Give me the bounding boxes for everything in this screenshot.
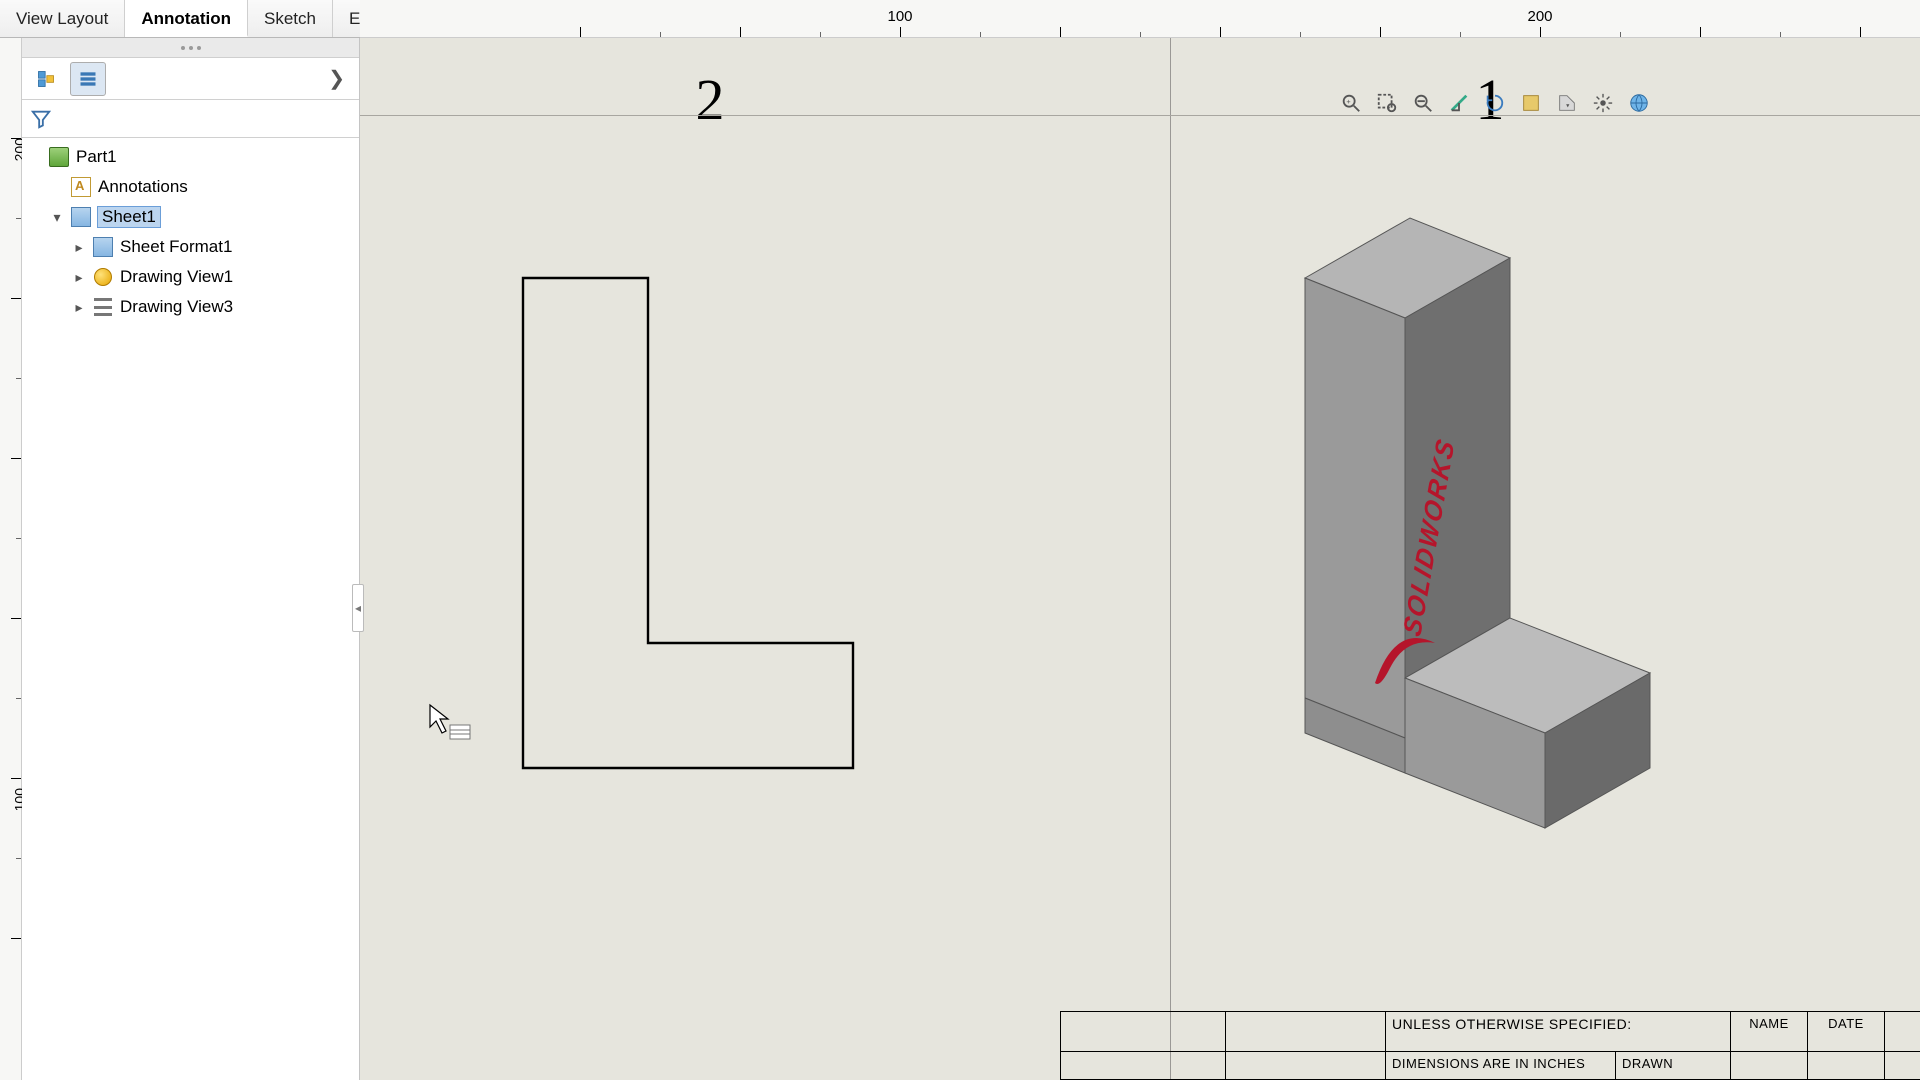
tb-row-drawn: DRAWN xyxy=(1615,1052,1730,1080)
tb-cell xyxy=(1730,1052,1807,1080)
ruler-label: 200 xyxy=(1527,8,1552,25)
tree-label: Drawing View1 xyxy=(120,267,233,287)
tb-col-date: DATE xyxy=(1807,1012,1884,1052)
drawing-canvas[interactable]: 2 1 ◂ xyxy=(360,38,1920,1080)
tab-annotation[interactable]: Annotation xyxy=(125,0,248,37)
zoom-area-icon[interactable] xyxy=(1372,88,1402,118)
ruler-label: 100 xyxy=(887,8,912,25)
ruler-horizontal: 100 200 xyxy=(360,0,1920,38)
tree-item-annotations[interactable]: Annotations xyxy=(24,172,357,202)
tree-label: Drawing View3 xyxy=(120,297,233,317)
tb-cell xyxy=(1225,1052,1385,1080)
edit-sheet-icon[interactable]: ▾ xyxy=(1552,88,1582,118)
panel-toolbar: ❯ xyxy=(22,58,359,100)
feature-tree: Part1 Annotations ▾ Sheet1 ▸ Sheet Forma… xyxy=(22,138,359,326)
heads-up-toolbar: + ▾ xyxy=(1330,84,1660,122)
tree-label: Annotations xyxy=(98,177,188,197)
tree-root-part[interactable]: Part1 xyxy=(24,142,357,172)
panel-grip[interactable] xyxy=(22,38,359,58)
drawing-view-front[interactable] xyxy=(523,278,853,768)
chevron-right-icon[interactable]: ▸ xyxy=(72,269,86,286)
feature-manager-panel: ❯ Part1 Annotations ▾ Sheet1 ▸ Sheet For… xyxy=(22,38,360,1080)
property-manager-tab-icon[interactable] xyxy=(70,62,106,96)
svg-text:+: + xyxy=(1346,97,1350,106)
view-settings-icon[interactable] xyxy=(1588,88,1618,118)
tree-item-sheet-format1[interactable]: ▸ Sheet Format1 xyxy=(24,232,357,262)
zone-divider xyxy=(1170,38,1171,1080)
panel-collapse-handle[interactable]: ◂ xyxy=(352,584,364,632)
tree-label: Sheet1 xyxy=(98,207,160,227)
panel-filter-row xyxy=(22,100,359,138)
ruler-vertical: 200 100 xyxy=(0,38,22,1080)
zoom-prev-icon[interactable] xyxy=(1408,88,1438,118)
tree-label: Part1 xyxy=(76,147,117,167)
tb-spec-line: DIMENSIONS ARE IN INCHES xyxy=(1385,1052,1615,1080)
cursor-icon xyxy=(428,703,472,748)
tb-col-name: NAME xyxy=(1730,1012,1807,1052)
chevron-down-icon[interactable]: ▾ xyxy=(50,209,64,226)
tb-spec-header: UNLESS OTHERWISE SPECIFIED: xyxy=(1385,1012,1730,1052)
title-block: UNLESS OTHERWISE SPECIFIED: NAME DATE DI… xyxy=(1060,1011,1920,1080)
tree-item-drawing-view3[interactable]: ▸ Drawing View3 xyxy=(24,292,357,322)
display-style-icon[interactable] xyxy=(1516,88,1546,118)
tb-cell xyxy=(1884,1012,1920,1052)
tab-sketch[interactable]: Sketch xyxy=(248,0,333,37)
tree-item-sheet1[interactable]: ▾ Sheet1 xyxy=(24,202,357,232)
feature-tree-tab-icon[interactable] xyxy=(28,62,64,96)
drawing-view-isometric[interactable]: SOLIDWORKS xyxy=(1300,218,1680,828)
zone-label-2: 2 xyxy=(696,66,725,133)
world-icon[interactable] xyxy=(1624,88,1654,118)
tab-view-layout[interactable]: View Layout xyxy=(0,0,125,37)
zone-header-divider xyxy=(360,115,1920,116)
tb-cell xyxy=(1884,1052,1920,1080)
filter-icon[interactable] xyxy=(30,108,52,130)
tb-cell xyxy=(1807,1052,1884,1080)
tree-item-drawing-view1[interactable]: ▸ Drawing View1 xyxy=(24,262,357,292)
tb-cell xyxy=(1060,1012,1225,1052)
tb-cell xyxy=(1060,1052,1225,1080)
panel-expand-icon[interactable]: ❯ xyxy=(320,66,353,91)
chevron-right-icon[interactable]: ▸ xyxy=(72,239,86,256)
section-icon[interactable] xyxy=(1444,88,1474,118)
chevron-right-icon[interactable]: ▸ xyxy=(72,299,86,316)
zoom-fit-icon[interactable]: + xyxy=(1336,88,1366,118)
svg-text:▾: ▾ xyxy=(1566,103,1569,110)
tree-label: Sheet Format1 xyxy=(120,237,232,257)
rotate-icon[interactable] xyxy=(1480,88,1510,118)
tb-cell xyxy=(1225,1012,1385,1052)
